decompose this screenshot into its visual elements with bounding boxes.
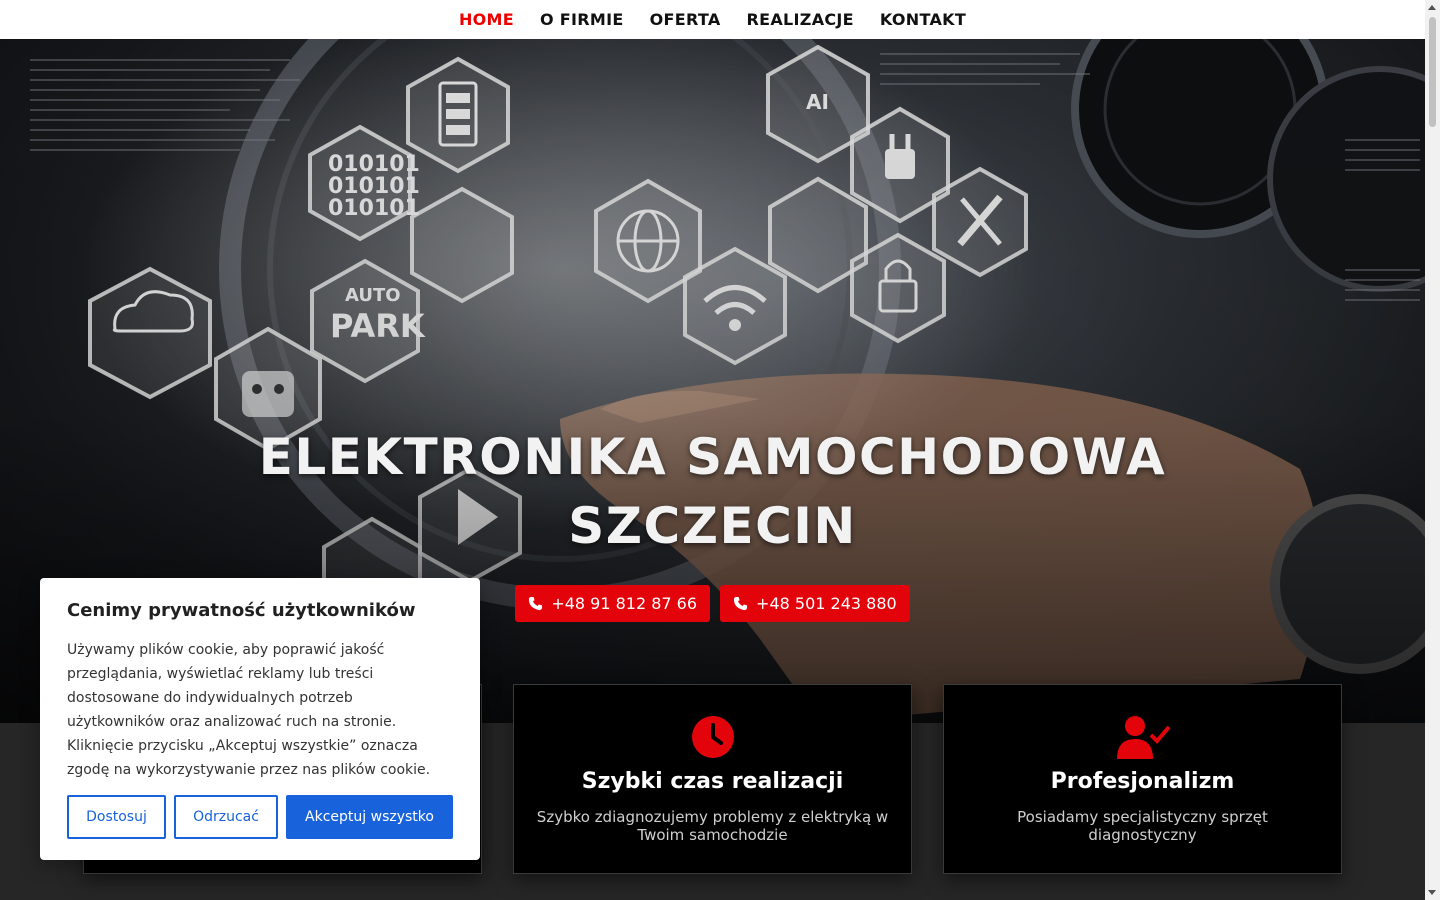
phone-number-2: +48 501 243 880 [756,594,897,613]
nav-oferta[interactable]: OFERTA [637,10,734,29]
svg-text:AI: AI [806,90,829,114]
cookie-consent-dialog: Cenimy prywatność użytkowników Używamy p… [40,578,480,860]
svg-text:010101: 010101 [328,152,420,177]
accept-all-button[interactable]: Akceptuj wszystko [286,795,453,839]
scrollbar-thumb[interactable] [1429,17,1436,127]
svg-text:010101: 010101 [328,174,420,199]
phone-icon [733,596,748,611]
hero-title-line1: ELEKTRONIKA SAMOCHODOWA [258,428,1167,486]
main-nav: HOME O FIRMIE OFERTA REALIZACJE KONTAKT [0,0,1425,39]
scroll-down-arrow-icon[interactable] [1428,890,1436,895]
cookie-title: Cenimy prywatność użytkowników [67,600,416,621]
reject-button[interactable]: Odrzucać [174,795,278,839]
feature-title-professional: Profesjonalizm [1050,769,1235,794]
nav-kontakt[interactable]: KONTAKT [867,10,979,29]
cookie-buttons: Dostosuj Odrzucać Akceptuj wszystko [67,795,453,839]
user-check-icon [1116,716,1171,759]
customize-button[interactable]: Dostosuj [67,795,166,839]
cookie-text: Używamy plików cookie, aby poprawić jako… [67,642,431,778]
phone-number-1: +48 91 812 87 66 [551,594,698,613]
phone-icon [529,596,543,611]
phone-button-2[interactable]: +48 501 243 880 [720,585,910,622]
feature-card-speed: Szybki czas realizacji Szybko zdiagnozuj… [513,684,912,874]
feature-text-professional: Posiadamy specjalistyczny sprzęt diagnos… [1017,808,1268,844]
nav-o-firmie[interactable]: O FIRMIE [527,10,637,29]
svg-text:010101: 010101 [328,196,420,221]
nav-home[interactable]: HOME [446,10,527,29]
svg-text:AUTO: AUTO [345,285,401,306]
hero-title-line2: SZCZECIN [568,497,857,555]
phone-button-1[interactable]: +48 91 812 87 66 [515,585,711,622]
scroll-up-arrow-icon[interactable] [1428,5,1436,10]
feature-card-professional: Profesjonalizm Posiadamy specjalistyczny… [943,684,1342,874]
svg-text:PARK: PARK [330,307,426,345]
nav-realizacje[interactable]: REALIZACJE [734,10,867,29]
feature-text-speed: Szybko zdiagnozujemy problemy z elektryk… [536,808,889,844]
page-scrollbar[interactable] [1425,0,1440,900]
hero-title: ELEKTRONIKA SAMOCHODOWA SZCZECIN [0,423,1425,561]
feature-title-speed: Szybki czas realizacji [581,769,844,794]
clock-icon [691,716,734,758]
